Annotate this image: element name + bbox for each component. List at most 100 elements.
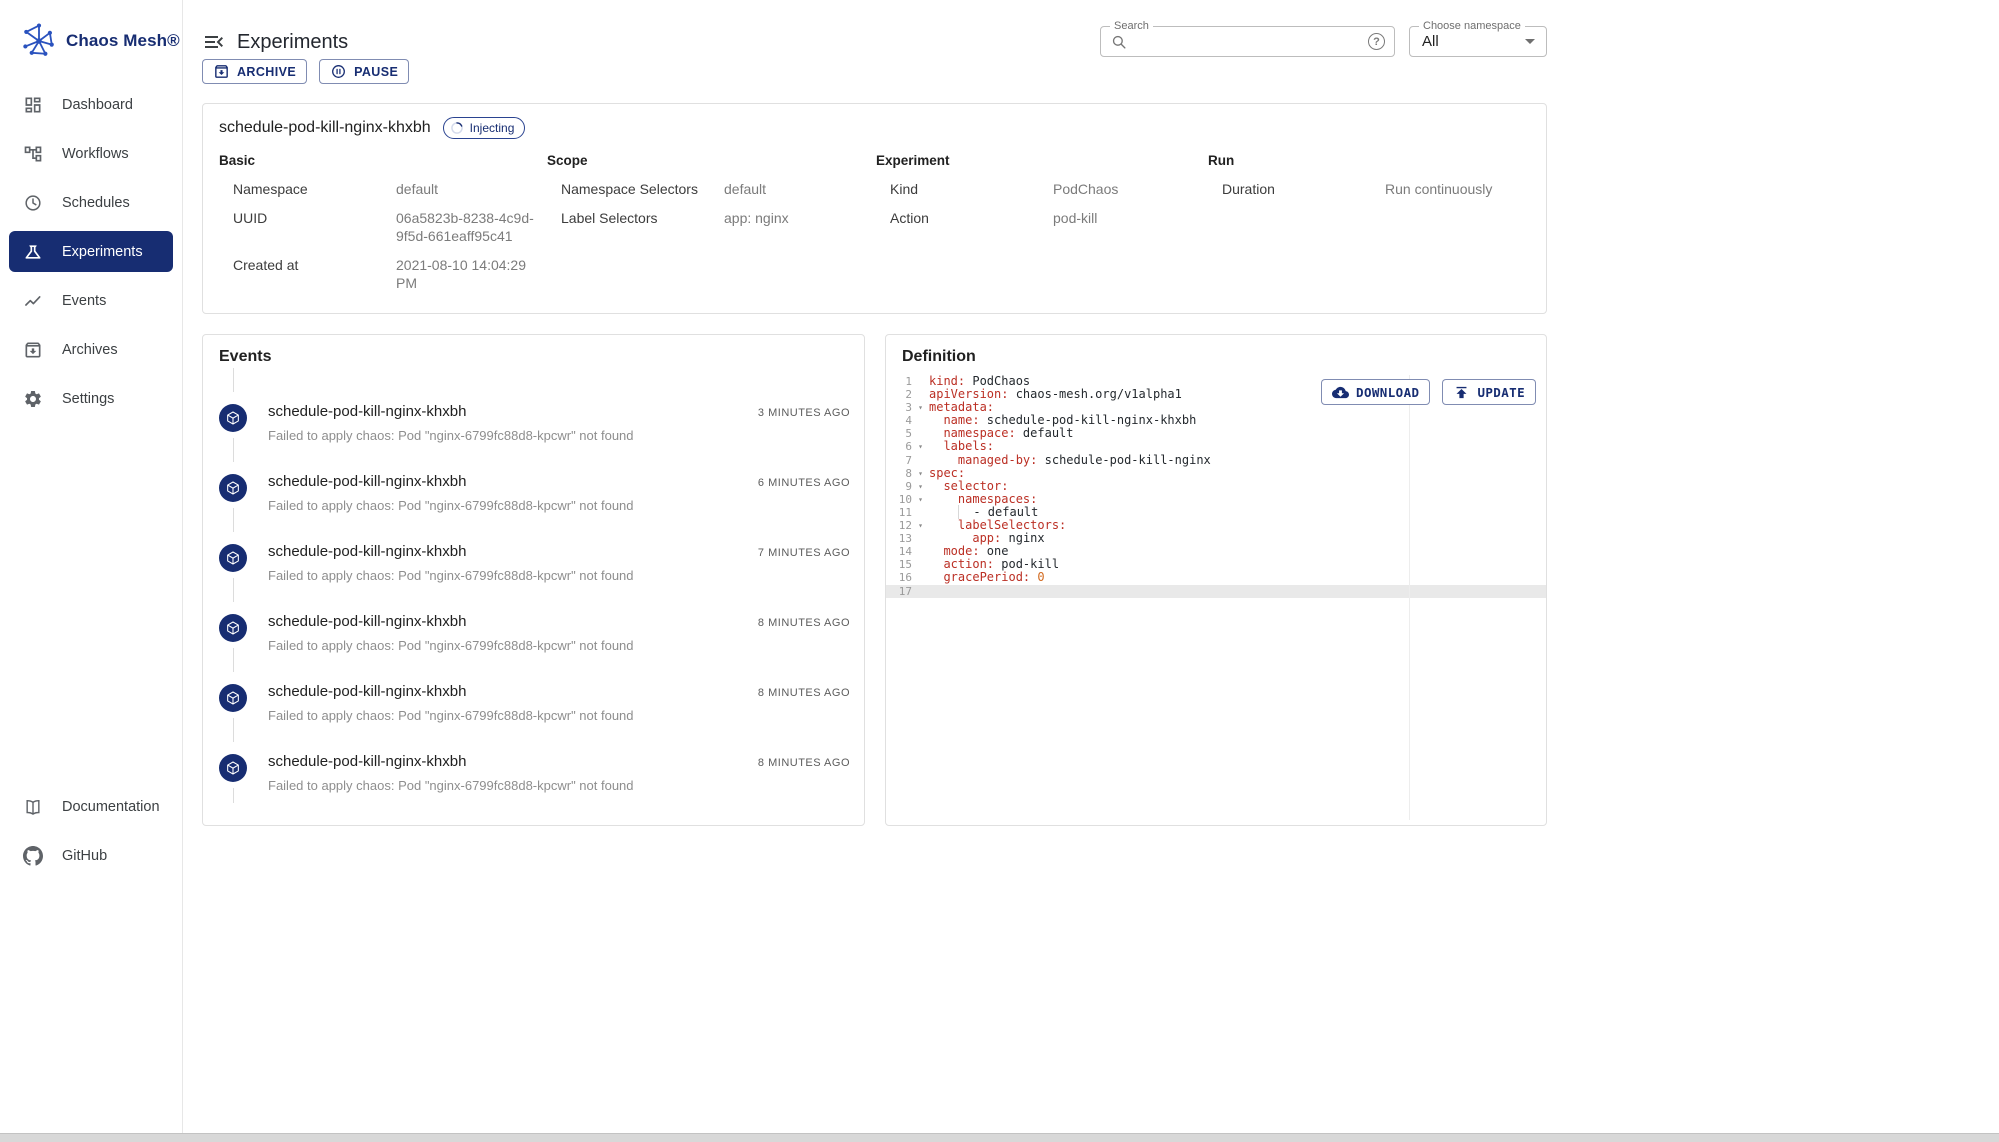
section-title: Run [1208, 153, 1530, 168]
detail-row-label: Duration [1222, 180, 1385, 198]
fold-chevron-icon[interactable]: ▾ [912, 519, 929, 532]
pod-cube-icon [219, 614, 247, 642]
detail-row-label: Kind [890, 180, 1053, 198]
event-list-item: schedule-pod-kill-nginx-khxbh7 MINUTES A… [219, 537, 851, 607]
detail-row: DurationRun continuously [1222, 180, 1530, 198]
detail-row: Namespacedefault [233, 180, 547, 198]
sidebar-item-label: Schedules [62, 195, 130, 211]
sidebar-item-label: Workflows [62, 146, 129, 162]
horizontal-scrollbar[interactable] [0, 1133, 1999, 1142]
code-line: 7 managed-by: schedule-pod-kill-nginx [886, 454, 1546, 467]
sidebar-item-label: Dashboard [62, 97, 133, 113]
fold-gutter [912, 454, 929, 467]
namespace-select[interactable]: Choose namespace All [1409, 26, 1547, 57]
detail-row-value: Run continuously [1385, 180, 1492, 198]
experiment-name: schedule-pod-kill-nginx-khxbh [219, 119, 431, 137]
sidebar-item-github[interactable]: GitHub [9, 835, 173, 876]
sidebar-item-archives[interactable]: Archives [9, 329, 173, 370]
line-number: 6 [886, 440, 912, 453]
archive-button[interactable]: ARCHIVE [202, 59, 307, 84]
event-rail [219, 747, 247, 817]
sidebar-item-events[interactable]: Events [9, 280, 173, 321]
timeline-connector [233, 508, 234, 532]
search-input[interactable] [1134, 34, 1368, 50]
archive-action-icon [213, 63, 230, 80]
event-name: schedule-pod-kill-nginx-khxbh [268, 613, 466, 630]
line-number: 11 [886, 506, 912, 519]
search-field-label: Search [1110, 19, 1153, 33]
definition-editor[interactable]: DOWNLOAD UPDATE 1kind: PodChaos2apiVersi… [886, 375, 1546, 826]
event-timestamp: 6 MINUTES AGO [758, 477, 850, 489]
sidebar-item-label: GitHub [62, 848, 107, 864]
fold-chevron-icon[interactable]: ▾ [912, 467, 929, 480]
event-list-item: schedule-pod-kill-nginx-khxbh8 MINUTES A… [219, 747, 851, 817]
fold-gutter [912, 427, 929, 440]
detail-row-value: default [724, 180, 766, 198]
detail-row: Namespace Selectorsdefault [561, 180, 876, 198]
pause-icon [330, 63, 347, 80]
sidebar-item-workflows[interactable]: Workflows [9, 133, 173, 174]
event-list-item: schedule-pod-kill-nginx-khxbh 8 MINUTES A… [219, 607, 851, 677]
line-number: 1 [886, 375, 912, 388]
help-icon[interactable]: ? [1368, 33, 1385, 50]
fold-chevron-icon[interactable]: ▾ [912, 493, 929, 506]
pause-button[interactable]: PAUSE [319, 59, 409, 84]
sidebar-item-settings[interactable]: Settings [9, 378, 173, 419]
fold-gutter [912, 545, 929, 558]
code-line: 17 [886, 585, 1546, 598]
archive-icon [23, 340, 43, 360]
event-rail [219, 467, 247, 537]
archive-button-label: ARCHIVE [237, 65, 296, 79]
fold-gutter [912, 585, 929, 598]
update-button[interactable]: UPDATE [1442, 379, 1536, 405]
fold-chevron-icon[interactable]: ▾ [912, 401, 929, 414]
sidebar-item-documentation[interactable]: Documentation [9, 786, 173, 827]
event-rail [219, 677, 247, 747]
spinner-icon [449, 120, 465, 136]
pod-cube-icon [219, 684, 247, 712]
line-number: 5 [886, 427, 912, 440]
sidebar-footer-nav: Documentation GitHub [0, 782, 182, 1133]
book-icon [23, 797, 43, 817]
detail-row-value: app: nginx [724, 209, 789, 227]
event-timestamp: 3 MINUTES AGO [758, 407, 850, 419]
github-icon [23, 846, 43, 866]
detail-section-experiment: ExperimentKindPodChaosActionpod-kill [876, 153, 1208, 303]
detail-section-scope: ScopeNamespace SelectorsdefaultLabel Sel… [547, 153, 876, 303]
event-message: Failed to apply chaos: Pod "nginx-6799fc… [268, 638, 851, 653]
menu-open-icon[interactable] [202, 30, 226, 54]
sidebar-nav: Dashboard Workflows Schedules Experiments Ev… [0, 80, 182, 423]
events-card-title: Events [219, 348, 851, 366]
code-line: 10▾ namespaces: [886, 493, 1546, 506]
definition-card: Definition DOWNLOAD UPDATE [885, 334, 1547, 826]
fold-gutter [912, 414, 929, 427]
detail-row: Created at2021-08-10 14:04:29 PM [233, 256, 547, 292]
sidebar-item-experiments[interactable]: Experiments [9, 231, 173, 272]
line-number: 10 [886, 493, 912, 506]
timeline-connector [233, 438, 234, 462]
dashboard-icon [23, 95, 43, 115]
events-card: Events schedule-pod-kill-nginx-khxbh 3 MI… [202, 334, 865, 826]
sidebar: Chaos Mesh® Dashboard Workflows Schedules E… [0, 0, 183, 1133]
main-area: Experiments Search ? Choose namespace Al… [183, 0, 1999, 1133]
sidebar-item-schedules[interactable]: Schedules [9, 182, 173, 223]
fold-chevron-icon[interactable]: ▾ [912, 440, 929, 453]
event-message: Failed to apply chaos: Pod "nginx-6799fc… [268, 498, 851, 513]
sidebar-item-label: Documentation [62, 799, 160, 815]
event-name: schedule-pod-kill-nginx-khxbh [268, 753, 466, 770]
line-number: 15 [886, 558, 912, 571]
download-button[interactable]: DOWNLOAD [1321, 379, 1430, 405]
fold-gutter [912, 506, 929, 519]
code-line: 16 gracePeriod: 0 [886, 571, 1546, 584]
detail-row-value: 06a5823b-8238-4c9d-9f5d-661eaff95c41 [396, 209, 547, 245]
fold-chevron-icon[interactable]: ▾ [912, 480, 929, 493]
event-timestamp: 8 MINUTES AGO [758, 617, 850, 629]
sidebar-item-label: Experiments [62, 244, 143, 260]
sidebar-item-label: Archives [62, 342, 118, 358]
brand[interactable]: Chaos Mesh® [0, 0, 182, 80]
detail-row: UUID06a5823b-8238-4c9d-9f5d-661eaff95c41 [233, 209, 547, 245]
sidebar-item-dashboard[interactable]: Dashboard [9, 84, 173, 125]
flask-icon [23, 242, 43, 262]
code-lines: 1kind: PodChaos2apiVersion: chaos-mesh.o… [886, 375, 1546, 598]
pod-cube-icon [219, 404, 247, 432]
